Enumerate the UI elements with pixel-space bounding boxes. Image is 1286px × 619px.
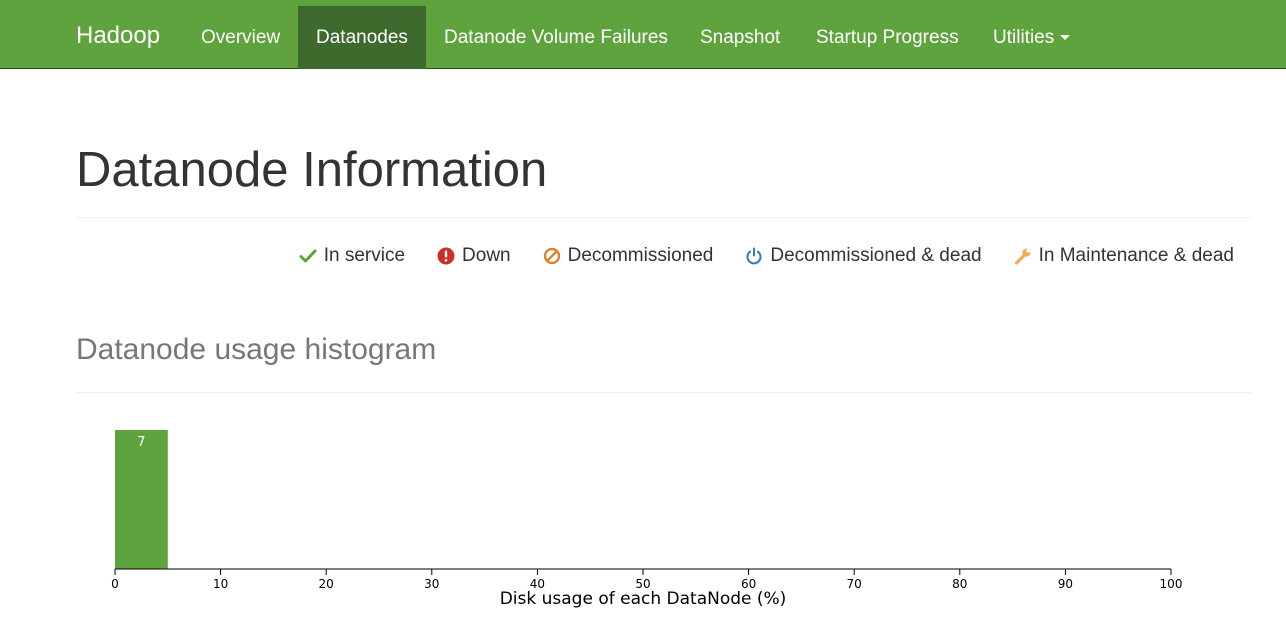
histogram-bar	[115, 430, 168, 569]
x-tick-label: 100	[1160, 577, 1183, 591]
x-tick-label: 70	[847, 577, 862, 591]
caret-down-icon	[1060, 35, 1071, 41]
legend-label: In service	[323, 245, 406, 266]
legend-decommissioned-dead: Decommissioned & dead	[745, 245, 982, 267]
nav-datanodes[interactable]: Datanodes	[298, 6, 426, 69]
power-icon	[746, 247, 762, 265]
nav-startup-progress[interactable]: Startup Progress	[798, 6, 977, 69]
brand-logo[interactable]: Hadoop	[76, 0, 160, 69]
x-tick-label: 30	[424, 577, 439, 591]
datanode-usage-histogram: 70 10 20 30 40 50 60 70 80 90 100Disk usage of eac…	[111, 430, 1183, 609]
x-tick-label: 20	[319, 577, 334, 591]
histogram-title: Datanode usage histogram	[76, 333, 437, 366]
exclamation-circle-icon	[437, 247, 455, 265]
nav-snapshot[interactable]: Snapshot	[682, 6, 798, 69]
legend-label: Down	[462, 245, 511, 266]
x-tick-label: 10	[213, 577, 228, 591]
legend-label: Decommissioned & dead	[770, 245, 982, 266]
nav-utilities-dropdown[interactable]: Utilities	[975, 6, 1088, 69]
nav-datanode-volume-failures[interactable]: Datanode Volume Failures	[426, 6, 686, 69]
section-divider	[76, 392, 1251, 393]
legend-in-maintenance-dead: In Maintenance & dead	[1014, 245, 1234, 267]
nav-overview[interactable]: Overview	[183, 6, 298, 69]
x-tick-label: 80	[952, 577, 967, 591]
status-legend: In service Down Decommissioned Decommiss…	[267, 243, 1234, 269]
ban-icon	[543, 247, 560, 265]
legend-in-service: In service	[299, 245, 405, 267]
nav-utilities-label: Utilities	[993, 27, 1055, 48]
wrench-icon	[1014, 248, 1031, 265]
legend-label: Decommissioned	[567, 245, 714, 266]
x-tick-label: 0	[111, 577, 119, 591]
title-divider	[76, 217, 1251, 218]
x-axis-label: Disk usage of each DataNode (%)	[500, 589, 787, 609]
x-tick-label: 90	[1058, 577, 1073, 591]
legend-decommissioned: Decommissioned	[543, 245, 714, 267]
legend-label: In Maintenance & dead	[1038, 245, 1234, 266]
legend-down: Down	[437, 245, 511, 267]
check-icon	[299, 249, 317, 263]
top-navbar: Hadoop Overview Datanodes Datanode Volum…	[0, 0, 1286, 69]
bar-value-label: 7	[137, 435, 145, 450]
page-title: Datanode Information	[76, 143, 548, 197]
